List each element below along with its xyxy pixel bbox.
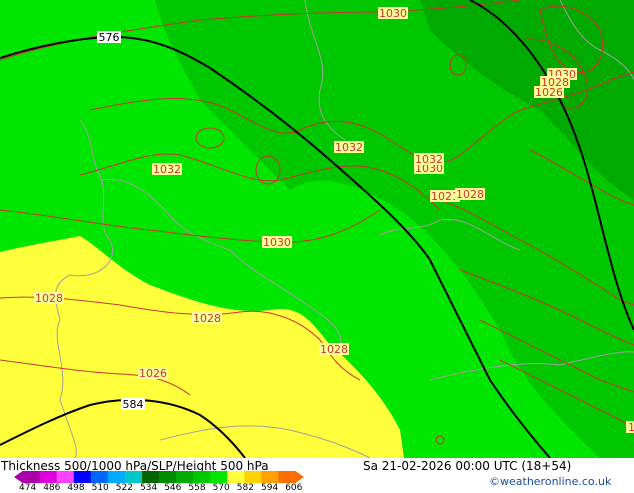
- isobar-label: 1028: [319, 343, 349, 356]
- svg-text:1030: 1030: [263, 236, 291, 249]
- svg-text:1032: 1032: [415, 153, 443, 166]
- legend-tick-label: 510: [91, 483, 109, 493]
- svg-text:1021: 1021: [431, 190, 459, 203]
- legend-tick-label: 606: [285, 483, 303, 493]
- svg-text:1026: 1026: [535, 86, 563, 99]
- legend-swatch: [73, 471, 92, 483]
- legend-arrow: [14, 471, 23, 483]
- legend-swatch: [159, 471, 177, 483]
- svg-text:1028: 1028: [35, 292, 63, 305]
- legend-tick-label: 582: [236, 483, 254, 493]
- legend-swatch: [210, 471, 228, 483]
- svg-text:584: 584: [123, 398, 144, 411]
- legend-swatch: [39, 471, 58, 483]
- valid-time: Sa 21-02-2026 00:00 UTC (18+54): [363, 459, 572, 473]
- isobar-label: 1028: [192, 312, 222, 325]
- svg-text:576: 576: [99, 31, 120, 44]
- isobar-label: 1032: [334, 141, 364, 154]
- svg-text:1028: 1028: [193, 312, 221, 325]
- legend-swatch: [193, 471, 211, 483]
- legend-swatch: [22, 471, 41, 483]
- svg-text:1032: 1032: [335, 141, 363, 154]
- svg-text:1: 1: [628, 421, 634, 434]
- height-label-576: 576: [97, 31, 121, 44]
- legend-swatch: [227, 471, 245, 483]
- isobar-label: 1026: [138, 367, 168, 380]
- legend-swatch: [141, 471, 160, 483]
- isobar-label: 1030: [262, 236, 292, 249]
- isobar-label: 1032: [152, 163, 182, 176]
- legend-swatch: [124, 471, 143, 483]
- isobar-label: 1026: [534, 86, 564, 99]
- credit-link[interactable]: ©weatheronline.co.uk: [489, 475, 611, 488]
- svg-text:1032: 1032: [153, 163, 181, 176]
- legend-swatch: [261, 471, 279, 483]
- legend-swatch: [107, 471, 126, 483]
- legend-tick-label: 522: [115, 483, 133, 493]
- legend-tick-label: 546: [164, 483, 182, 493]
- legend-tick-label: 594: [261, 483, 279, 493]
- legend-tick-label: 534: [140, 483, 158, 493]
- weather-map: 576 584 1030 1030 1028 1026 1032 1030 10…: [0, 0, 634, 458]
- legend-swatch: [278, 471, 296, 483]
- legend-tick-label: 486: [43, 483, 61, 493]
- legend-arrow: [295, 471, 304, 483]
- color-legend-bar: [14, 471, 304, 483]
- legend-tick-label: 498: [67, 483, 85, 493]
- isobar-label: 1030: [378, 7, 408, 20]
- legend-tick-label: 474: [19, 483, 37, 493]
- svg-text:1030: 1030: [379, 7, 407, 20]
- legend-tick-label: 558: [188, 483, 206, 493]
- isobar-label: 1028: [34, 292, 64, 305]
- legend-swatch: [176, 471, 194, 483]
- legend-tick-label: 570: [212, 483, 230, 493]
- isobar-label: 1028: [455, 188, 485, 201]
- legend-swatch: [90, 471, 109, 483]
- svg-text:1028: 1028: [456, 188, 484, 201]
- svg-text:1026: 1026: [139, 367, 167, 380]
- legend-swatch: [56, 471, 75, 483]
- isobar-label: 1: [626, 421, 634, 434]
- isobar-label: 1032: [414, 153, 444, 166]
- legend-swatch: [244, 471, 262, 483]
- svg-text:1028: 1028: [320, 343, 348, 356]
- height-label-584: 584: [121, 398, 145, 411]
